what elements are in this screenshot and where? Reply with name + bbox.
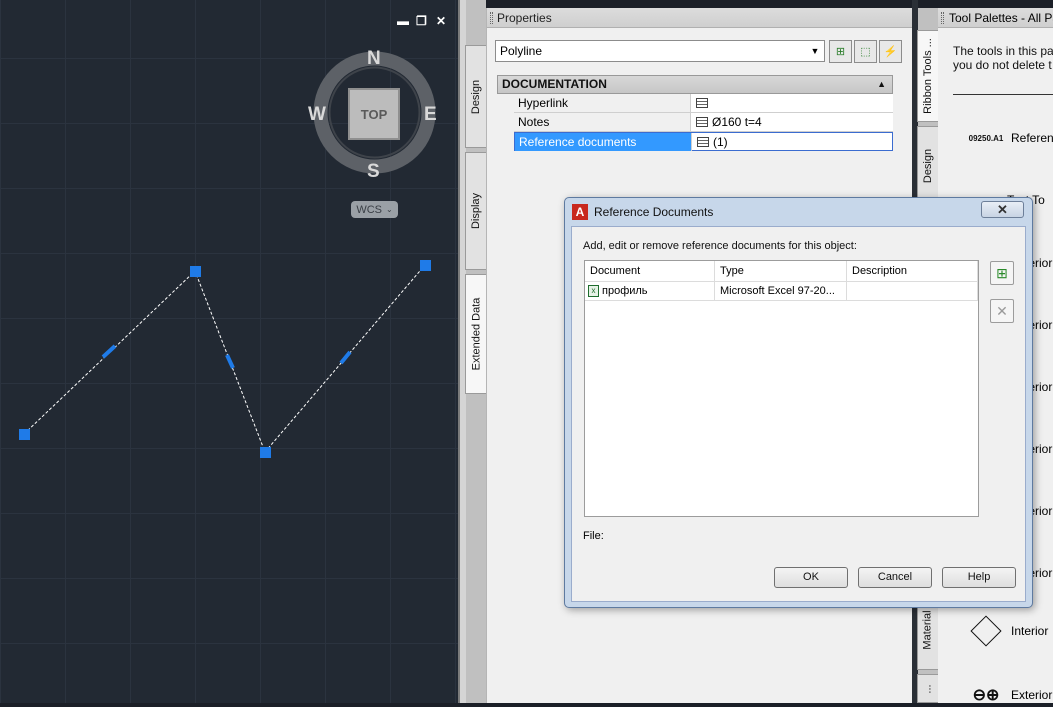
vertex-grip[interactable] <box>19 429 30 440</box>
tool-item[interactable]: ⊖⊕ Exterior <box>966 683 1053 707</box>
excel-file-icon: x <box>588 285 599 298</box>
toggle-pickadd-button[interactable]: ⊞ <box>829 40 852 63</box>
polyline[interactable] <box>0 0 458 703</box>
tool-palettes-description: The tools in this pa you do not delete t <box>953 44 1053 72</box>
tool-palettes-title: Tool Palettes - All Pa <box>949 11 1053 25</box>
midpoint-grip[interactable] <box>339 350 352 365</box>
close-button[interactable]: ✕ <box>981 201 1024 218</box>
tool-label: Exterior <box>1011 688 1053 702</box>
worksheet-icon[interactable] <box>696 98 708 108</box>
tab-ribbon-tools[interactable]: Ribbon Tools ... <box>917 30 939 122</box>
tab-design-palette[interactable]: Design <box>917 126 939 206</box>
file-label: File: <box>583 530 604 542</box>
tool-item[interactable]: 09250.A1 Referen <box>966 126 1053 150</box>
exterior-tag-icon: ⊖⊕ <box>972 687 1000 704</box>
property-name: Hyperlink <box>514 94 691 112</box>
tab-extended-data[interactable]: Extended Data <box>465 274 487 394</box>
pickadd-icon: ⊞ <box>835 46 846 58</box>
documents-list[interactable]: Document Type Description x профиль Micro… <box>584 260 979 517</box>
property-name: Notes <box>514 113 691 131</box>
midpoint-grip[interactable] <box>101 344 117 359</box>
autocad-logo-icon: A <box>572 204 588 220</box>
tool-label: Interior <box>1011 624 1049 638</box>
remove-document-button[interactable]: ✕ <box>990 299 1014 323</box>
description-line: The tools in this pa <box>953 44 1053 58</box>
tool-label: Referen <box>1011 131 1053 145</box>
midpoint-grip[interactable] <box>225 354 235 369</box>
column-header-document[interactable]: Document <box>585 261 715 282</box>
dialog-body: Add, edit or remove reference documents … <box>571 226 1026 602</box>
add-icon: ⊞ <box>996 264 1008 281</box>
properties-title-bar[interactable]: Properties <box>487 8 912 28</box>
object-type-value: Polyline <box>500 44 543 58</box>
tool-item[interactable]: Interior <box>966 615 1049 647</box>
remove-icon: ✕ <box>996 302 1008 319</box>
drawing-canvas[interactable]: ▬ ❐ ✕ N S E W TOP WCS ⌄ <box>0 0 458 703</box>
quick-select-icon: ⚡ <box>883 46 898 58</box>
worksheet-icon[interactable] <box>696 117 708 127</box>
select-objects-button[interactable]: ⬚ <box>854 40 877 63</box>
property-row-notes[interactable]: Notes Ø160 t=4 <box>514 113 893 132</box>
document-name: профиль <box>602 285 648 297</box>
document-description[interactable] <box>847 282 978 301</box>
reference-documents-dialog: A Reference Documents ✕ Add, edit or rem… <box>564 197 1033 608</box>
divider <box>953 94 1053 95</box>
properties-title: Properties <box>497 11 552 25</box>
description-line: you do not delete t <box>953 58 1052 72</box>
select-objects-icon: ⬚ <box>860 46 871 58</box>
tab-display[interactable]: Display <box>465 152 487 270</box>
quick-select-button[interactable]: ⚡ <box>879 40 902 63</box>
dialog-title-bar[interactable]: A Reference Documents ✕ <box>565 198 1032 225</box>
property-row-hyperlink[interactable]: Hyperlink <box>514 94 893 113</box>
ok-button[interactable]: OK <box>774 567 848 588</box>
dialog-title: Reference Documents <box>594 205 714 219</box>
vertex-grip[interactable] <box>190 266 201 277</box>
diamond-tag-icon <box>970 615 1002 647</box>
grip-handle-icon[interactable] <box>941 12 944 24</box>
table-row-document[interactable]: x профиль <box>585 282 715 301</box>
property-value: Ø160 t=4 <box>712 115 762 129</box>
collapse-icon[interactable]: ▲ <box>877 76 886 93</box>
object-type-select[interactable]: Polyline ▼ <box>495 40 825 62</box>
category-label: DOCUMENTATION <box>502 77 607 91</box>
worksheet-icon[interactable] <box>697 137 709 147</box>
tab-design[interactable]: Design <box>465 45 487 148</box>
dialog-instruction: Add, edit or remove reference documents … <box>583 240 857 252</box>
tab-more[interactable]: ... <box>917 674 939 703</box>
grip-handle-icon[interactable] <box>490 12 493 24</box>
column-header-type[interactable]: Type <box>715 261 847 282</box>
category-documentation[interactable]: DOCUMENTATION ▲ <box>497 75 893 94</box>
tag-icon: 09250.A1 <box>968 133 1004 143</box>
vertex-grip[interactable] <box>420 260 431 271</box>
chevron-down-icon[interactable]: ▼ <box>808 43 822 59</box>
column-header-description[interactable]: Description <box>847 261 978 282</box>
help-button[interactable]: Help <box>942 567 1016 588</box>
property-name: Reference documents <box>515 133 692 151</box>
property-row-reference-documents[interactable]: Reference documents (1) <box>514 132 893 151</box>
tool-palettes-title-bar[interactable]: Tool Palettes - All Pa <box>938 8 1053 28</box>
cancel-button[interactable]: Cancel <box>858 567 932 588</box>
add-document-button[interactable]: ⊞ <box>990 261 1014 285</box>
vertex-grip[interactable] <box>260 447 271 458</box>
property-value: (1) <box>713 135 728 149</box>
document-type[interactable]: Microsoft Excel 97-20... <box>715 282 847 301</box>
